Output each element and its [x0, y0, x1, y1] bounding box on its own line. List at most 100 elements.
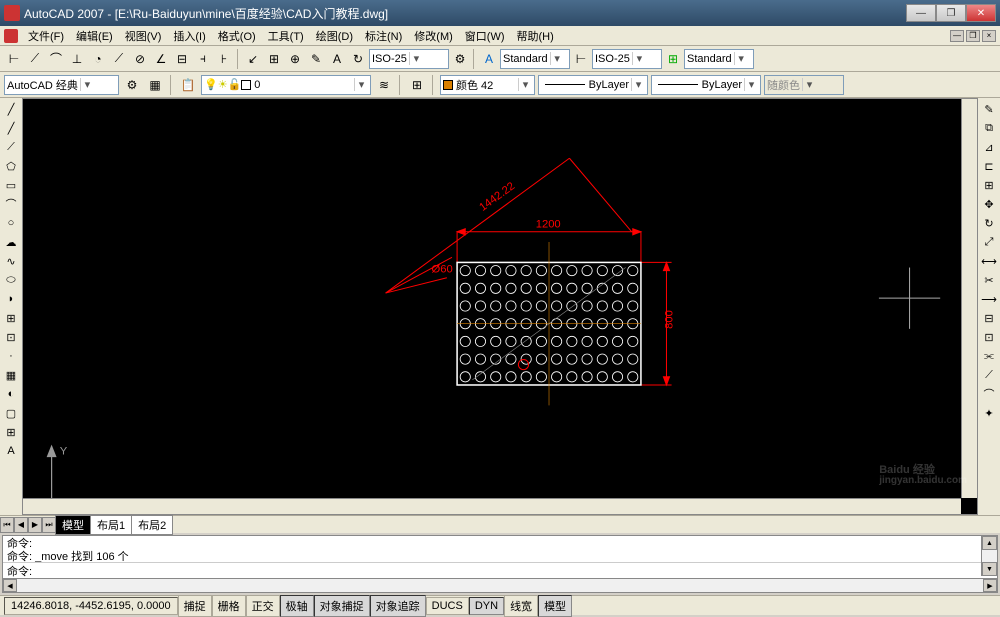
tolerance-icon[interactable]: ⊞	[264, 49, 284, 69]
lwt-toggle[interactable]: 线宽	[504, 595, 538, 617]
break-point-icon[interactable]: ⊟	[980, 309, 998, 327]
array-icon[interactable]: ⊞	[980, 176, 998, 194]
join-icon[interactable]: ⫘	[980, 347, 998, 365]
qleader-icon[interactable]: ↙	[243, 49, 263, 69]
polar-toggle[interactable]: 极轴	[280, 595, 314, 617]
close-button[interactable]: ✕	[966, 4, 996, 22]
menu-help[interactable]: 帮助(H)	[511, 26, 560, 46]
canvas-vscroll[interactable]	[961, 99, 977, 498]
menu-format[interactable]: 格式(O)	[212, 26, 262, 46]
dim-jogged-icon[interactable]: ⟋	[109, 49, 129, 69]
dim-update-icon[interactable]: ↻	[348, 49, 368, 69]
offset-icon[interactable]: ⊏	[980, 157, 998, 175]
center-mark-icon[interactable]: ⊕	[285, 49, 305, 69]
color-combo[interactable]: 颜色 42▾	[440, 75, 535, 95]
text-style-icon[interactable]: A	[479, 49, 499, 69]
line-icon[interactable]: ╱	[2, 100, 20, 118]
layer-manager-icon[interactable]: 📋	[178, 75, 198, 95]
make-block-icon[interactable]: ⊡	[2, 328, 20, 346]
layer-combo[interactable]: 💡 ☀ 🔓 0 ▾	[201, 75, 371, 95]
gradient-icon[interactable]: ◐	[2, 385, 20, 403]
dim-continue-icon[interactable]: ⊦	[214, 49, 234, 69]
layer-prev-icon[interactable]: ≋	[374, 75, 394, 95]
menu-insert[interactable]: 插入(I)	[167, 26, 211, 46]
dim-edit-icon[interactable]: ✎	[306, 49, 326, 69]
scroll-track[interactable]	[982, 550, 997, 562]
dim-ordinate-icon[interactable]: ⊥	[67, 49, 87, 69]
dyn-toggle[interactable]: DYN	[469, 597, 504, 615]
linetype-combo[interactable]: ByLayer▾	[538, 75, 648, 95]
dim-style-combo[interactable]: ISO-25▾	[369, 49, 449, 69]
drawing-canvas[interactable]: 1442.22 Ø60 1200 800	[22, 98, 978, 515]
dim-diameter-icon[interactable]: ⊘	[130, 49, 150, 69]
dim-style-btn[interactable]: ⚙	[450, 49, 470, 69]
dim-tedit-icon[interactable]: A	[327, 49, 347, 69]
point-icon[interactable]: ·	[2, 347, 20, 365]
trim-icon[interactable]: ✂	[980, 271, 998, 289]
doc-minimize[interactable]: —	[950, 30, 964, 42]
revcloud-icon[interactable]: ☁	[2, 233, 20, 251]
maximize-button[interactable]: ❐	[936, 4, 966, 22]
insert-block-icon[interactable]: ⊞	[2, 309, 20, 327]
cmd-vscroll[interactable]: ▲ ▼	[981, 536, 997, 576]
dim-baseline-icon[interactable]: ⫞	[193, 49, 213, 69]
osnap-toggle[interactable]: 对象捕捉	[314, 595, 370, 617]
tab-first-icon[interactable]: ⏮	[0, 517, 14, 533]
ducs-toggle[interactable]: DUCS	[426, 597, 469, 615]
region-icon[interactable]: ▢	[2, 404, 20, 422]
menu-dimension[interactable]: 标注(N)	[359, 26, 408, 46]
explode-icon[interactable]: ✦	[980, 404, 998, 422]
model-toggle[interactable]: 模型	[538, 595, 572, 617]
canvas-hscroll[interactable]	[23, 498, 961, 514]
dim-arc-icon[interactable]: ⌒	[46, 49, 66, 69]
menu-tools[interactable]: 工具(T)	[262, 26, 310, 46]
mtext-icon[interactable]: A	[2, 442, 20, 460]
grid-toggle[interactable]: 栅格	[212, 595, 246, 617]
arc-icon[interactable]: ⌒	[2, 195, 20, 213]
table-icon[interactable]: ⊞	[2, 423, 20, 441]
hatch-icon[interactable]: ▦	[2, 366, 20, 384]
scroll-left-icon[interactable]: ◀	[3, 579, 17, 592]
fillet-icon[interactable]: ⌒	[980, 385, 998, 403]
doc-close[interactable]: ×	[982, 30, 996, 42]
stretch-icon[interactable]: ⟷	[980, 252, 998, 270]
copy-icon[interactable]: ⧉	[980, 119, 998, 137]
table-style-combo[interactable]: Standard▾	[684, 49, 754, 69]
command-input-line[interactable]: 命令:	[3, 562, 997, 578]
minimize-button[interactable]: —	[906, 4, 936, 22]
rotate-icon[interactable]: ↻	[980, 214, 998, 232]
polygon-icon[interactable]: ⬠	[2, 157, 20, 175]
ellipse-icon[interactable]: ⬭	[2, 271, 20, 289]
scroll-right-icon[interactable]: ▶	[983, 579, 997, 592]
dim-style2-icon[interactable]: ⊢	[571, 49, 591, 69]
table-style-icon[interactable]: ⊞	[663, 49, 683, 69]
menu-window[interactable]: 窗口(W)	[459, 26, 511, 46]
menu-modify[interactable]: 修改(M)	[408, 26, 459, 46]
dim-style2-combo[interactable]: ISO-25▾	[592, 49, 662, 69]
move-icon[interactable]: ✥	[980, 195, 998, 213]
cmd-hscroll[interactable]: ◀ ▶	[3, 578, 997, 592]
doc-restore[interactable]: ❐	[966, 30, 980, 42]
pline-icon[interactable]: ⟋	[2, 138, 20, 156]
mirror-icon[interactable]: ⊿	[980, 138, 998, 156]
workspace-combo[interactable]: AutoCAD 经典▾	[4, 75, 119, 95]
layer-states-icon[interactable]: ⊞	[407, 75, 427, 95]
circle-icon[interactable]: ○	[2, 214, 20, 232]
snap-toggle[interactable]: 捕捉	[178, 595, 212, 617]
chamfer-icon[interactable]: ⟋	[980, 366, 998, 384]
xline-icon[interactable]: ╱	[2, 119, 20, 137]
dim-radius-icon[interactable]: ◔	[88, 49, 108, 69]
plotstyle-combo[interactable]: 随颜色▾	[764, 75, 844, 95]
menu-file[interactable]: 文件(F)	[22, 26, 70, 46]
coordinates-display[interactable]: 14246.8018, -4452.6195, 0.0000	[4, 597, 178, 615]
lineweight-combo[interactable]: ByLayer▾	[651, 75, 761, 95]
command-window[interactable]: 命令: 命令: _move 找到 106 个 指定基点或 [位移(D)] <位移…	[2, 535, 998, 593]
toolpalette-icon[interactable]: ▦	[145, 75, 165, 95]
otrack-toggle[interactable]: 对象追踪	[370, 595, 426, 617]
break-icon[interactable]: ⊡	[980, 328, 998, 346]
erase-icon[interactable]: ✎	[980, 100, 998, 118]
scroll-up-icon[interactable]: ▲	[982, 536, 997, 550]
dim-aligned-icon[interactable]: ⟋	[25, 49, 45, 69]
text-style-combo[interactable]: Standard▾	[500, 49, 570, 69]
scale-icon[interactable]: ⤢	[980, 233, 998, 251]
